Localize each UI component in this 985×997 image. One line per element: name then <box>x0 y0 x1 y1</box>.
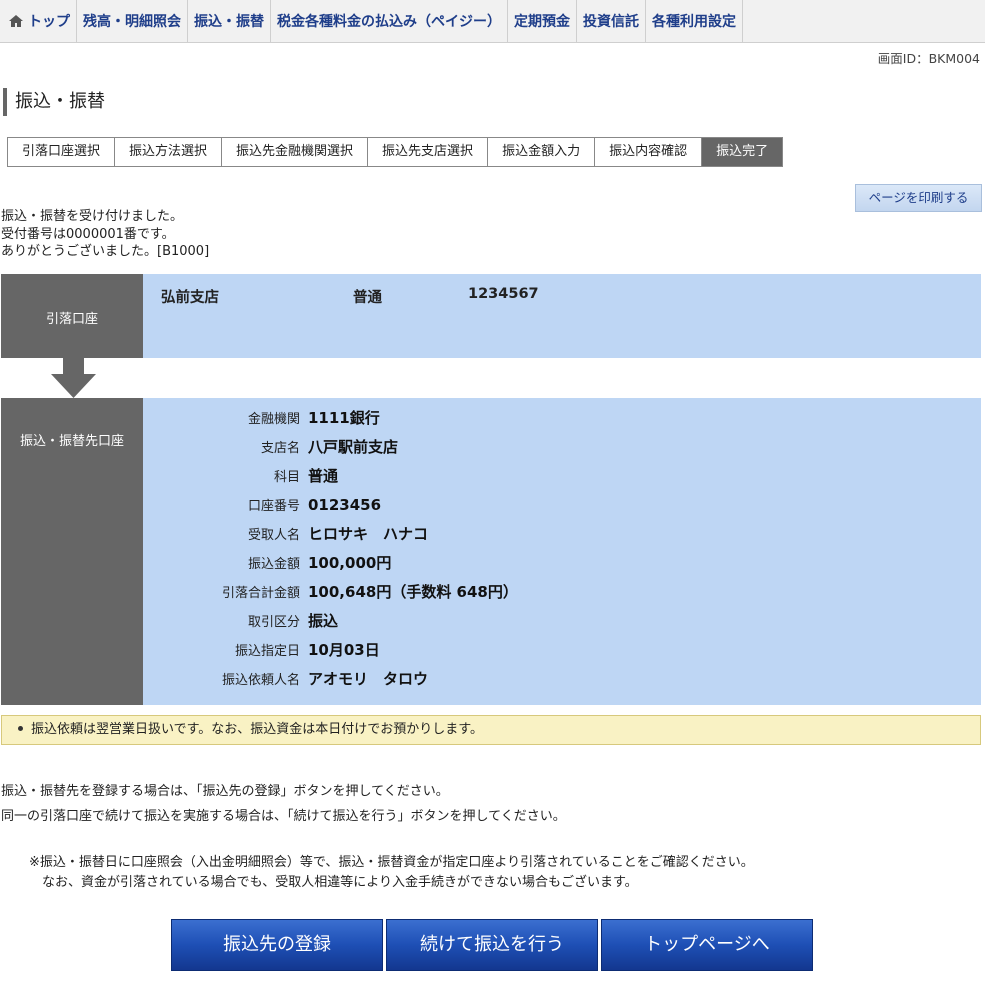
print-page-button[interactable]: ページを印刷する <box>855 184 982 212</box>
continue-transfer-button[interactable]: 続けて振込を行う <box>386 919 598 971</box>
detail-row: 振込依頼人名 アオモリ タロウ <box>143 664 428 693</box>
detail-row: 振込金額 100,000円 <box>143 548 391 577</box>
step-bank: 振込先金融機関選択 <box>222 138 369 166</box>
destination-account-details: 金融機関 1111銀行 支店名 八戸駅前支店 科目 普通 口座番号 012345… <box>143 398 981 705</box>
nav-item-balance[interactable]: 残高・明細照会 <box>77 0 188 42</box>
detail-value: 10月03日 <box>308 641 380 659</box>
detail-key: 振込依頼人名 <box>221 673 300 688</box>
top-page-button[interactable]: トップページへ <box>601 919 813 971</box>
detail-key: 支店名 <box>260 441 300 456</box>
destination-account-label-cell: 振込・振替先口座 <box>1 398 143 705</box>
detail-value: ヒロサキ ハナコ <box>308 525 429 543</box>
detail-row: 引落合計金額 100,648円（手数料 648円） <box>143 577 518 606</box>
detail-key: 受取人名 <box>247 528 300 543</box>
instruction-text: 同一の引落口座で続けて振込を実施する場合は、「続けて振込を行う」ボタンを押してく… <box>1 809 566 824</box>
detail-key: 取引区分 <box>247 615 300 630</box>
instruction-text: 振込・振替先を登録する場合は、「振込先の登録」ボタンを押してください。 <box>1 784 449 799</box>
detail-key: 振込金額 <box>247 557 300 572</box>
screen-id: 画面ID：BKM004 <box>877 51 980 66</box>
detail-value: アオモリ タロウ <box>308 670 429 688</box>
bullet-icon <box>18 726 23 731</box>
detail-value: 1111銀行 <box>308 409 380 427</box>
detail-key: 科目 <box>273 470 300 485</box>
caution-note: ※振込・振替日に口座照会（入出金明細照会）等で、振込・振替資金が指定口座より引落… <box>29 855 754 870</box>
detail-row: 科目 普通 <box>143 461 338 490</box>
detail-key: 口座番号 <box>247 499 300 514</box>
source-branch: 弘前支店 <box>161 290 219 306</box>
caution-note: なお、資金が引落されている場合でも、受取人相違等により入金手続きができない場合も… <box>29 875 638 890</box>
source-account-details: 弘前支店 普通 1234567 <box>143 274 981 358</box>
step-amount: 振込金額入力 <box>488 138 596 166</box>
message-line: ありがとうございました。[B1000] <box>1 244 210 259</box>
detail-value: 振込 <box>308 612 339 630</box>
detail-row: 口座番号 0123456 <box>143 490 381 519</box>
global-nav: トップ 残高・明細照会 振込・振替 税金各種料金の払込み（ペイジー） 定期預金 … <box>0 0 985 43</box>
nav-item-time-deposit[interactable]: 定期預金 <box>508 0 577 42</box>
detail-row: 取引区分 振込 <box>143 606 338 635</box>
page-title: 振込・振替 <box>3 88 105 116</box>
detail-key: 引落合計金額 <box>221 586 300 601</box>
detail-key: 振込指定日 <box>234 644 300 659</box>
step-confirm: 振込内容確認 <box>595 138 703 166</box>
step-indicator: 引落口座選択 振込方法選択 振込先金融機関選択 振込先支店選択 振込金額入力 振… <box>7 137 784 167</box>
notice-text: 振込依頼は翌営業日扱いです。なお、振込資金は本日付けでお預かりします。 <box>31 722 484 737</box>
arrow-down-icon <box>51 358 96 398</box>
home-icon <box>9 15 23 27</box>
nav-item-transfer[interactable]: 振込・振替 <box>188 0 271 42</box>
nav-item-investment-trust[interactable]: 投資信託 <box>577 0 646 42</box>
message-line: 受付番号は0000001番です。 <box>1 226 175 242</box>
register-payee-button[interactable]: 振込先の登録 <box>171 919 383 971</box>
detail-row: 支店名 八戸駅前支店 <box>143 432 398 461</box>
source-account-panel: 引落口座 弘前支店 普通 1234567 <box>1 274 981 358</box>
detail-value: 100,648円（手数料 648円） <box>308 583 518 601</box>
detail-row: 受取人名 ヒロサキ ハナコ <box>143 519 428 548</box>
nav-item-top[interactable]: トップ <box>0 0 77 42</box>
detail-row: 金融機関 1111銀行 <box>143 403 380 432</box>
completion-message: 振込・振替を受け付けました。 受付番号は0000001番です。 ありがとうござい… <box>1 208 209 261</box>
message-line: 振込・振替を受け付けました。 <box>1 209 184 224</box>
nav-item-settings[interactable]: 各種利用設定 <box>646 0 743 42</box>
destination-account-panel: 振込・振替先口座 金融機関 1111銀行 支店名 八戸駅前支店 科目 普通 口座… <box>1 398 981 705</box>
detail-row: 振込指定日 10月03日 <box>143 635 380 664</box>
source-account-type: 普通 <box>353 290 382 306</box>
detail-value: 普通 <box>308 467 339 485</box>
step-method: 振込方法選択 <box>115 138 223 166</box>
source-account-number: 1234567 <box>468 286 539 302</box>
step-source-account: 引落口座選択 <box>8 138 116 166</box>
nav-item-payeasy[interactable]: 税金各種料金の払込み（ペイジー） <box>271 0 508 42</box>
detail-value: 八戸駅前支店 <box>308 438 399 456</box>
step-complete: 振込完了 <box>702 138 783 166</box>
nav-item-label: トップ <box>28 14 70 30</box>
source-account-label-cell: 引落口座 <box>1 274 143 358</box>
detail-value: 0123456 <box>308 495 382 514</box>
detail-key: 金融機関 <box>247 412 300 427</box>
detail-value: 100,000円 <box>308 554 392 572</box>
destination-account-label: 振込・振替先口座 <box>19 434 124 449</box>
source-account-label: 引落口座 <box>45 312 98 327</box>
step-branch: 振込先支店選択 <box>368 138 489 166</box>
notice-box: 振込依頼は翌営業日扱いです。なお、振込資金は本日付けでお預かりします。 <box>1 715 981 745</box>
